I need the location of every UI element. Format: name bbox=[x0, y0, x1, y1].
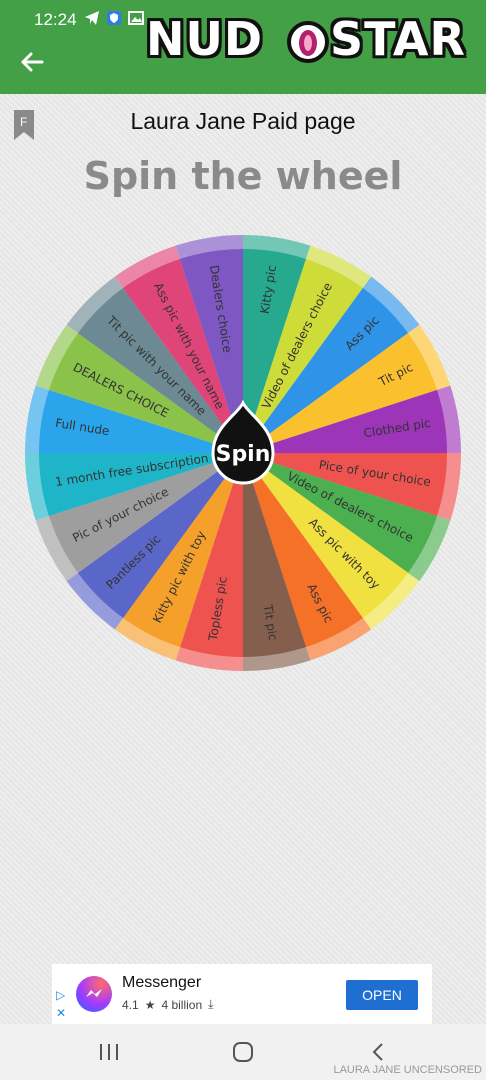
recent-apps-icon[interactable] bbox=[94, 1038, 124, 1066]
ad-open-button[interactable]: OPEN bbox=[346, 980, 418, 1010]
download-icon: ⤓ bbox=[208, 997, 214, 1011]
messenger-logo-icon bbox=[76, 976, 112, 1012]
home-icon[interactable] bbox=[228, 1038, 258, 1066]
prize-wheel[interactable]: Kitty picVideo of dealers choice Ass picT… bbox=[0, 0, 486, 720]
ad-app-name[interactable]: Messenger bbox=[122, 974, 201, 992]
nav-back-icon[interactable] bbox=[364, 1038, 394, 1066]
ad-rating: 4.1 bbox=[122, 997, 139, 1012]
ad-close-icon[interactable]: ✕ bbox=[56, 1006, 66, 1020]
ad-meta: 4.1 ★ 4 billion ⤓ bbox=[122, 997, 213, 1012]
watermark-text: LAURA JANE UNCENSORED bbox=[333, 1064, 482, 1076]
spin-button-label[interactable]: Spin bbox=[216, 442, 271, 467]
ad-banner[interactable]: ▷ ✕ Messenger 4.1 ★ 4 billion ⤓ OPEN bbox=[52, 964, 432, 1024]
ad-downloads: 4 billion bbox=[161, 997, 203, 1012]
ad-choices-icon[interactable]: ▷ bbox=[56, 988, 65, 1002]
star-icon: ★ bbox=[144, 997, 156, 1012]
system-nav-bar: LAURA JANE UNCENSORED bbox=[0, 1024, 486, 1080]
